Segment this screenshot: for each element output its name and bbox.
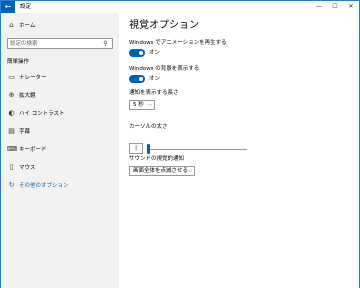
notification-duration-dropdown[interactable]: 5 秒 ⌵ (129, 100, 155, 110)
keyboard-icon: ⌨ (7, 145, 18, 153)
sidebar-item-label: 字幕 (19, 129, 31, 135)
close-icon: ✕ (348, 3, 354, 10)
other-options-icon: ↻ (8, 181, 15, 189)
maximize-button[interactable]: ☐ (327, 1, 343, 13)
minimize-icon: — (316, 3, 322, 10)
sidebar-item-label: 拡大鏡 (19, 93, 36, 99)
home-icon: ⌂ (9, 21, 14, 29)
high-contrast-icon: ◐ (8, 109, 15, 117)
chevron-down-icon: ⌵ (148, 102, 152, 108)
cursor-thickness-slider-track[interactable] (147, 149, 247, 150)
maximize-icon: ☐ (332, 3, 338, 10)
sound-notification-label: サウンドの視覚的通知 (129, 156, 185, 162)
sidebar-item-label: キーボード (19, 147, 47, 153)
minimize-button[interactable]: — (311, 1, 327, 13)
main-content: 視覚オプション Windows でアニメーションを再生する オン Windows… (119, 13, 359, 288)
dropdown-value: 5 秒 (133, 102, 144, 108)
animations-toggle-state: オン (149, 50, 161, 56)
sidebar-item-label: マウス (19, 165, 36, 171)
sidebar-item-home[interactable]: ⌂ ホーム (1, 19, 119, 33)
sidebar: ⌂ ホーム ⚲ 簡単操作 ▭ ナレーター ⊕ 拡大鏡 ◐ ハイ コントラスト ▤… (1, 13, 119, 288)
narrator-icon: ▭ (8, 73, 15, 81)
back-arrow-icon: ← (4, 2, 12, 11)
sidebar-item-magnifier[interactable]: ⊕ 拡大鏡 (1, 89, 119, 103)
window-title: 設定 (20, 4, 32, 10)
sidebar-item-narrator[interactable]: ▭ ナレーター (1, 71, 119, 85)
animations-label: Windows でアニメーションを再生する (129, 40, 227, 46)
closed-captions-icon: ▤ (8, 127, 15, 135)
sidebar-item-mouse[interactable]: ▯ マウス (1, 161, 119, 175)
sidebar-item-high-contrast[interactable]: ◐ ハイ コントラスト (1, 107, 119, 121)
cursor-thickness-slider-thumb[interactable] (147, 144, 150, 154)
background-toggle[interactable] (129, 75, 145, 83)
sidebar-item-label: ハイ コントラスト (19, 111, 65, 117)
cursor-thickness-preview: | (129, 143, 143, 154)
sidebar-item-label: ナレーター (19, 75, 47, 81)
background-toggle-state: オン (149, 76, 161, 82)
animations-toggle[interactable] (129, 49, 145, 57)
sidebar-item-other-options[interactable]: ↻ その他のオプション (1, 179, 119, 193)
toggle-knob (139, 77, 143, 81)
dropdown-value: 画面全体を点滅させる (133, 168, 189, 174)
background-label: Windows の背景を表示する (129, 66, 200, 72)
cursor-thickness-value: | (135, 145, 137, 151)
page-title: 視覚オプション (129, 20, 199, 31)
sidebar-item-closed-captions[interactable]: ▤ 字幕 (1, 125, 119, 139)
close-button[interactable]: ✕ (343, 1, 359, 13)
search-box: ⚲ (7, 38, 113, 49)
notification-duration-label: 通知を表示する長さ (129, 90, 179, 96)
sidebar-item-keyboard[interactable]: ⌨ キーボード (1, 143, 119, 157)
settings-window: ← 設定 — ☐ ✕ ⌂ ホーム ⚲ 簡単操作 ▭ ナレーター ⊕ 拡大鏡 ◐ … (0, 0, 360, 288)
magnifier-icon: ⊕ (8, 91, 15, 99)
title-bar: ← 設定 — ☐ ✕ (1, 1, 359, 13)
chevron-down-icon: ⌵ (188, 168, 192, 174)
search-icon[interactable]: ⚲ (101, 39, 110, 48)
toggle-knob (139, 51, 143, 55)
mouse-icon: ▯ (9, 163, 14, 171)
cursor-thickness-label: カーソルの太さ (129, 124, 168, 130)
back-button[interactable]: ← (1, 1, 15, 13)
search-input[interactable] (10, 39, 98, 48)
section-header: 簡単操作 (7, 59, 30, 65)
sidebar-item-label: その他のオプション (19, 183, 69, 189)
sidebar-item-label: ホーム (19, 23, 36, 29)
sound-notification-dropdown[interactable]: 画面全体を点滅させる ⌵ (129, 166, 195, 176)
